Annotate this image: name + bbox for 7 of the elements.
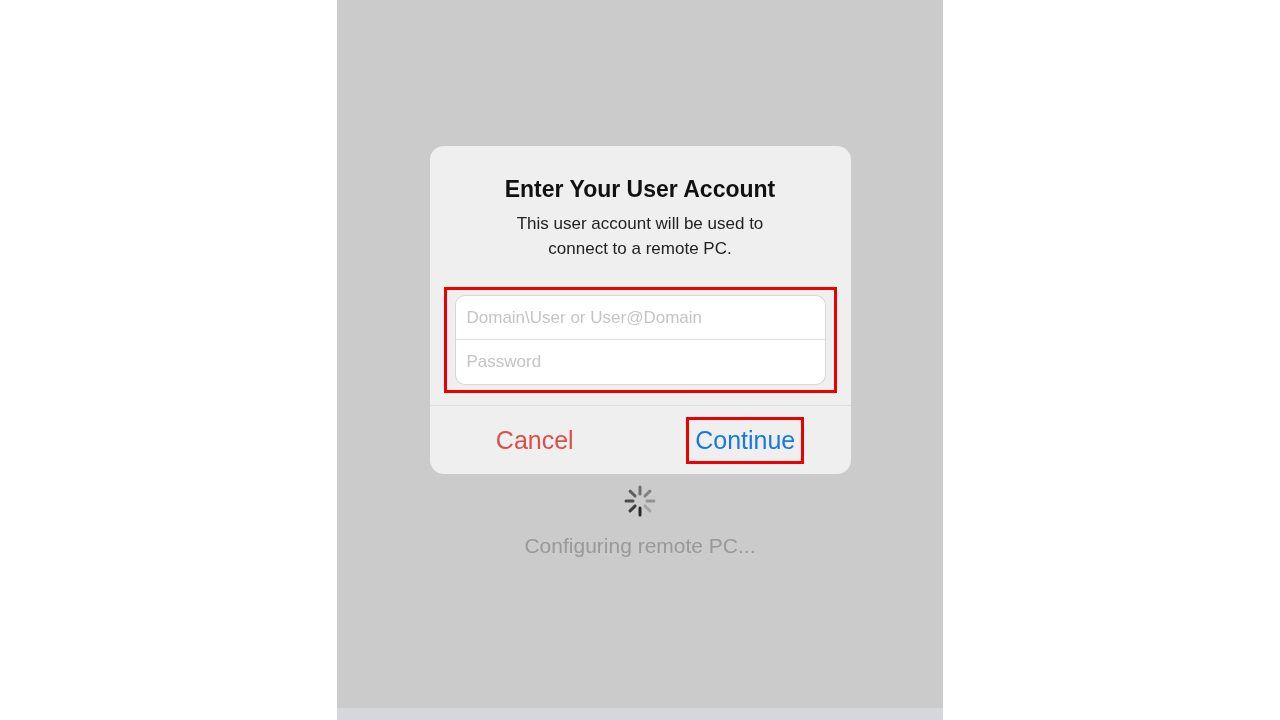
loading-spinner-icon (623, 484, 657, 518)
continue-button[interactable]: Continue (689, 419, 802, 461)
password-field[interactable]: Password (454, 340, 826, 385)
username-field[interactable]: Domain\User or User@Domain (454, 295, 826, 340)
dialog-message: This user account will be used to connect to a remote PC. (515, 213, 765, 260)
dialog-title: Enter Your User Account (504, 176, 776, 203)
cancel-button[interactable]: Cancel (486, 416, 583, 464)
